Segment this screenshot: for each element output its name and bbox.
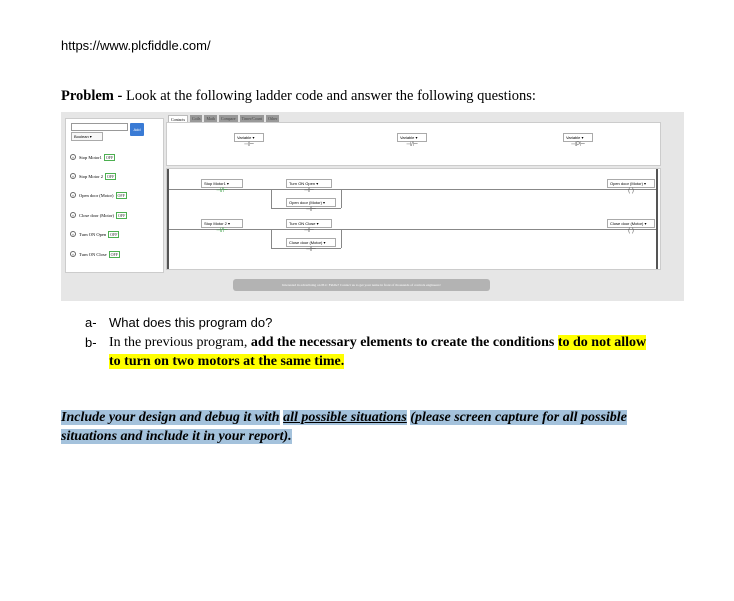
- plc-screenshot: Boolean ▾ Add × Stop Motor1 OFF × Stop Moto…: [61, 112, 684, 301]
- left-power-rail: [167, 169, 169, 269]
- rung1-branch-a: Turn ON Open ▾ ⊣⊢: [286, 179, 332, 195]
- close-icon: ×: [70, 212, 76, 218]
- rung1-branch-b: Open door (Motor) ▾ ⊣⊢: [286, 198, 336, 214]
- rung2-branch-b: Close door (Motor) ▾ ⊣⊢: [286, 238, 336, 254]
- variable-row: × Close door (Motor) OFF: [70, 211, 128, 219]
- variable-row: × Turn ON Close OFF: [70, 250, 120, 258]
- tab-other: Other: [266, 115, 280, 122]
- close-icon: ×: [70, 251, 76, 257]
- variable-panel: Boolean ▾ Add × Stop Motor1 OFF × Stop Moto…: [65, 118, 164, 273]
- toolbox-contact-nc: Variable ▾ ⊣/⊢: [397, 133, 427, 149]
- rung2-coil: Close door (Motor) ▾ ( ): [607, 219, 655, 235]
- problem-text: Look at the following ladder code and an…: [125, 88, 536, 104]
- variable-row: × Stop Motor1 OFF: [70, 153, 116, 161]
- toolbox-contact-pulse: Variable ▾ ⊣P⊢: [563, 133, 593, 149]
- close-icon: ×: [70, 192, 76, 198]
- close-icon: ×: [70, 154, 76, 160]
- close-icon: ×: [70, 173, 76, 179]
- url-text[interactable]: https://www.plcfiddle.com/: [61, 38, 211, 53]
- variable-row: × Open door (Motor) OFF: [70, 191, 127, 199]
- variable-name-input: [71, 123, 128, 131]
- question-a-text: What does this program do?: [109, 315, 273, 330]
- question-b-text: In the previous program, add the necessa…: [109, 335, 647, 369]
- question-a-marker: a-: [85, 315, 97, 330]
- variable-row: × Turn ON Open OFF: [70, 230, 120, 238]
- problem-statement: Problem - Look at the following ladder c…: [61, 88, 536, 105]
- tab-compare: Compare: [218, 115, 238, 122]
- toolbox: Variable ▾ ⊣⊢ Variable ▾ ⊣/⊢ Variable ▾ …: [166, 122, 661, 166]
- tab-coils: Coils: [190, 115, 203, 122]
- right-power-rail: [656, 169, 658, 269]
- tab-timer: Timer/Count: [239, 115, 265, 122]
- ladder-diagram: Stop Motor1 ▾ ⊣/⊢ Turn ON Open ▾ ⊣⊢ Open…: [166, 168, 661, 270]
- ad-footer: Interested in advertising on PLC Fiddle?…: [233, 279, 490, 291]
- tab-math: Math: [204, 115, 217, 122]
- rung1-contact: Stop Motor1 ▾ ⊣/⊢: [201, 179, 243, 195]
- variable-type-select: Boolean ▾: [71, 132, 103, 141]
- problem-label: Problem -: [61, 88, 123, 104]
- rung2-contact: Stop Motor 2 ▾ ⊣/⊢: [201, 219, 243, 235]
- toolbox-contact-no: Variable ▾ ⊣⊢: [234, 133, 264, 149]
- add-button: Add: [130, 123, 144, 136]
- rung1-coil: Open door (Motor) ▾ ( ): [607, 179, 655, 195]
- close-icon: ×: [70, 231, 76, 237]
- variable-row: × Stop Motor 2 OFF: [70, 172, 117, 180]
- question-b-marker: b-: [85, 335, 97, 350]
- rung2-branch-a: Turn ON Close ▾ ⊣⊢: [286, 219, 332, 235]
- include-instructions: Include your design and debug it with al…: [61, 410, 627, 444]
